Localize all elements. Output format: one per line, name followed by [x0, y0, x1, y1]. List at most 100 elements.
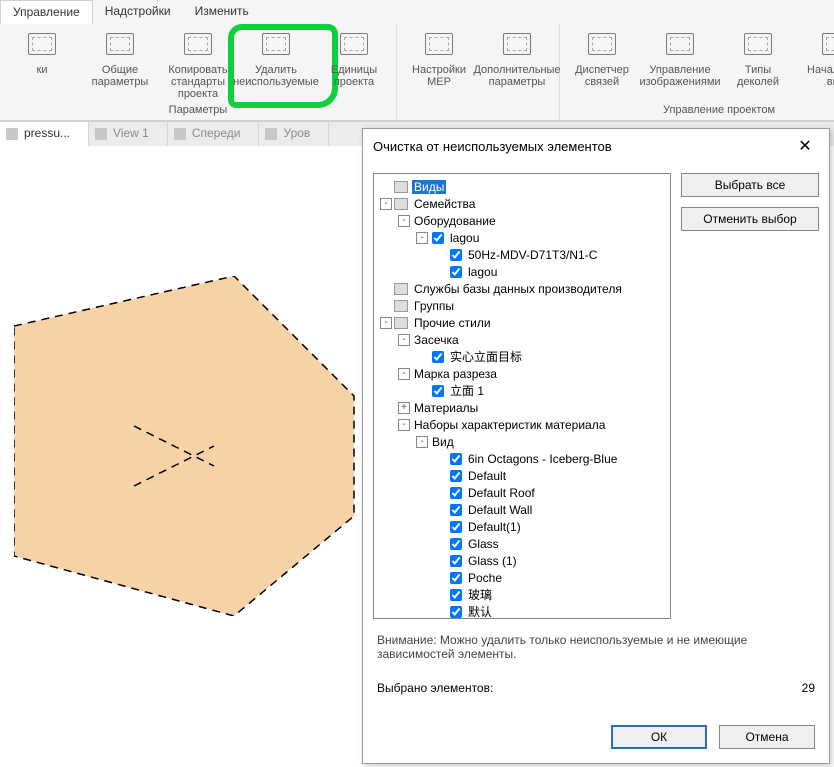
expand-icon[interactable]: + — [398, 402, 410, 414]
panel-title: Управление проектом — [566, 102, 834, 118]
tree-checkbox[interactable] — [450, 470, 462, 482]
tree-row[interactable]: Виды — [376, 178, 668, 195]
start-view-button[interactable]: Начальный вид — [800, 28, 834, 88]
tree-row[interactable]: Glass (1) — [376, 552, 668, 569]
tree-row[interactable]: -lagou — [376, 229, 668, 246]
tree-row[interactable]: 立面 1 — [376, 382, 668, 399]
button-label: Копировать стандарты проекта — [162, 64, 234, 100]
view-tab[interactable]: Уров — [259, 122, 329, 146]
dialog-title: Очистка от неиспользуемых элементов — [373, 139, 791, 154]
ribbon-panel: ки Общие параметры Копировать стандарты пр… — [0, 24, 397, 120]
tree-row[interactable]: -Оборудование — [376, 212, 668, 229]
dialog-footer: ОК Отмена — [363, 715, 829, 763]
tree-row[interactable]: -Засечка — [376, 331, 668, 348]
tree-checkbox[interactable] — [450, 589, 462, 601]
purge-tree[interactable]: Виды-Семейства-Оборудование-lagou50Hz-MD… — [373, 173, 671, 619]
tree-row[interactable]: 默认 — [376, 603, 668, 619]
tree-row[interactable]: 实心立面目标 — [376, 348, 668, 365]
collapse-icon[interactable]: - — [398, 215, 410, 227]
dialog-body: Виды-Семейства-Оборудование-lagou50Hz-MD… — [363, 163, 829, 629]
tree-spacer — [434, 589, 446, 601]
tree-checkbox[interactable] — [432, 385, 444, 397]
ribbon-tab[interactable]: Надстройки — [93, 0, 183, 24]
tree-row[interactable]: Default Wall — [376, 501, 668, 518]
tree-spacer — [434, 504, 446, 516]
ribbon-panel: Диспетчер связейУправление изображениями… — [560, 24, 834, 120]
tree-checkbox[interactable] — [450, 555, 462, 567]
tree-checkbox[interactable] — [432, 351, 444, 363]
view-tab[interactable]: View 1 — [89, 122, 168, 146]
button-label: Единицы проекта — [331, 64, 377, 88]
purge-unused-button[interactable]: Удалить неиспользуемые — [240, 28, 312, 88]
copy-standards-button[interactable]: Копировать стандарты проекта — [162, 28, 234, 100]
tree-spacer — [434, 555, 446, 567]
collapse-icon[interactable]: - — [416, 232, 428, 244]
collapse-icon[interactable]: - — [398, 368, 410, 380]
tree-row[interactable]: Службы базы данных производителя — [376, 280, 668, 297]
collapse-icon[interactable]: - — [416, 436, 428, 448]
tree-checkbox[interactable] — [450, 266, 462, 278]
tree-row[interactable]: lagou — [376, 263, 668, 280]
tree-row[interactable]: +Материалы — [376, 399, 668, 416]
cancel-button[interactable]: Отмена — [719, 725, 815, 749]
tree-row[interactable]: 6in Octagons - Iceberg-Blue — [376, 450, 668, 467]
tree-row[interactable]: Default(1) — [376, 518, 668, 535]
tree-checkbox[interactable] — [450, 504, 462, 516]
ribbon-tab[interactable]: Изменить — [183, 0, 261, 24]
tree-checkbox[interactable] — [450, 453, 462, 465]
view-tab[interactable]: pressu... — [0, 122, 89, 146]
select-none-button[interactable]: Отменить выбор — [681, 207, 819, 231]
tree-spacer — [380, 283, 392, 295]
tree-row[interactable]: 玻璃 — [376, 586, 668, 603]
tree-row[interactable]: - Семейства — [376, 195, 668, 212]
tree-row[interactable]: Группы — [376, 297, 668, 314]
view-tab[interactable]: Спереди — [168, 122, 260, 146]
image-manager-button[interactable]: Управление изображениями — [644, 28, 716, 88]
tree-checkbox[interactable] — [450, 572, 462, 584]
tree-row[interactable]: -Наборы характеристик материала — [376, 416, 668, 433]
tree-row[interactable]: Default — [376, 467, 668, 484]
panel-title: Параметры — [6, 102, 390, 118]
tree-label: Default(1) — [466, 520, 523, 534]
tree-row[interactable]: Glass — [376, 535, 668, 552]
collapse-icon[interactable]: - — [380, 198, 392, 210]
project-units-button[interactable]: Единицы проекта — [318, 28, 390, 88]
shared-params-button[interactable]: Общие параметры — [84, 28, 156, 88]
tree-checkbox[interactable] — [450, 487, 462, 499]
ribbon-tab[interactable]: Управление — [0, 0, 93, 24]
tree-label: Семейства — [412, 197, 477, 211]
tree-row[interactable]: -Марка разреза — [376, 365, 668, 382]
tree-checkbox[interactable] — [450, 538, 462, 550]
mep-settings-button[interactable]: Настройки MEP — [403, 28, 475, 88]
tree-checkbox[interactable] — [432, 232, 444, 244]
extra-params-button[interactable]: Дополнительные параметры — [481, 28, 553, 88]
collapse-icon[interactable]: - — [398, 419, 410, 431]
tree-row[interactable]: Default Roof — [376, 484, 668, 501]
link-manager-button[interactable]: Диспетчер связей — [566, 28, 638, 88]
decal-types-button[interactable]: Типы деколей — [722, 28, 794, 88]
settings-button[interactable]: ки — [6, 28, 78, 76]
tree-label: 50Hz-MDV-D71T3/N1-C — [466, 248, 599, 262]
tree-label: 玻璃 — [466, 586, 494, 603]
button-label: Общие параметры — [92, 64, 149, 88]
collapse-icon[interactable]: - — [398, 334, 410, 346]
select-all-button[interactable]: Выбрать все — [681, 173, 819, 197]
collapse-icon[interactable]: - — [380, 317, 392, 329]
cube-icon — [6, 128, 18, 140]
tree-row[interactable]: Poche — [376, 569, 668, 586]
tree-checkbox[interactable] — [450, 521, 462, 533]
start-view-icon — [820, 28, 834, 60]
tree-row[interactable]: -Вид — [376, 433, 668, 450]
ok-button[interactable]: ОК — [611, 725, 707, 749]
tree-spacer — [434, 470, 446, 482]
tree-row[interactable]: 50Hz-MDV-D71T3/N1-C — [376, 246, 668, 263]
tree-row[interactable]: -Прочие стили — [376, 314, 668, 331]
tree-spacer — [434, 572, 446, 584]
link-manager-icon — [586, 28, 618, 60]
tree-checkbox[interactable] — [450, 606, 462, 618]
tree-label: Poche — [466, 571, 504, 585]
tree-label: Вид — [430, 435, 456, 449]
close-icon[interactable]: ✕ — [791, 136, 819, 156]
tree-checkbox[interactable] — [450, 249, 462, 261]
shared-params-icon — [104, 28, 136, 60]
